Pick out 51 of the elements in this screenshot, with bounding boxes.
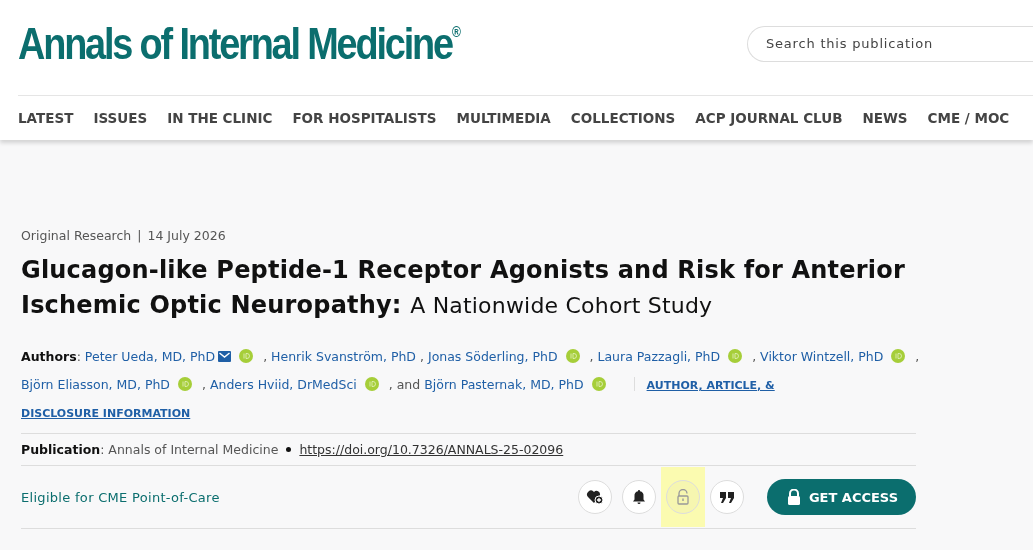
mail-icon[interactable]: [218, 351, 232, 362]
orcid-icon[interactable]: [178, 377, 192, 391]
nav-link[interactable]: ISSUES: [93, 110, 148, 126]
author-separator: , and: [388, 377, 421, 392]
author-link[interactable]: Björn Eliasson, MD, PhD: [21, 377, 170, 392]
unlocked-padlock-icon: [675, 489, 690, 505]
nav-link[interactable]: LATEST: [18, 110, 74, 126]
author-separator: ,: [589, 349, 594, 364]
article-title: Glucagon-like Peptide-1 Receptor Agonists and Risk for Anterior Ischemic Optic Neuropathy: A Nationwide Cohort Study: [21, 255, 906, 321]
orcid-icon[interactable]: [728, 349, 743, 363]
author-link[interactable]: Jonas Söderling, PhD: [427, 349, 558, 364]
author-separator: ,: [915, 349, 920, 364]
get-access-button[interactable]: GET ACCESS: [766, 479, 916, 515]
quote-icon: [718, 490, 735, 504]
cme-link[interactable]: Eligible for CME Point-of-Care: [21, 489, 220, 505]
orcid-icon[interactable]: [591, 377, 606, 391]
nav-link[interactable]: FOR HOSPITALISTS: [292, 110, 437, 126]
publication-info: Publication: Annals of Internal Medicine: [21, 442, 279, 457]
meta-separator: |: [137, 228, 142, 243]
author-info-link[interactable]: AUTHOR, ARTICLE, &: [646, 379, 775, 392]
nav-link[interactable]: CME / MOC: [927, 110, 1010, 126]
author-link[interactable]: Björn Pasternak, MD, PhD: [424, 377, 584, 392]
author-link[interactable]: Laura Pazzagli, PhD: [597, 349, 721, 364]
author-info-link[interactable]: DISCLOSURE INFORMATION: [21, 407, 191, 420]
nav-link[interactable]: ACP JOURNAL CLUB: [695, 110, 843, 126]
search-field[interactable]: Search this publication: [747, 25, 1033, 62]
orcid-icon[interactable]: [239, 349, 254, 363]
author-link[interactable]: Henrik Svanström, PhD: [271, 349, 416, 364]
author-link[interactable]: Peter Ueda, MD, PhD: [84, 349, 216, 364]
article-type: Original Research: [21, 228, 132, 243]
nav-link[interactable]: IN THE CLINIC: [167, 110, 273, 126]
author-link[interactable]: Viktor Wintzell, PhD: [760, 349, 884, 364]
bell-icon: [631, 489, 646, 505]
nav-link[interactable]: COLLECTIONS: [570, 110, 676, 126]
publication-date: 14 July 2026: [147, 228, 226, 243]
author-link[interactable]: Anders Hviid, DrMedSci: [209, 377, 357, 392]
heart-plus-icon: [585, 489, 604, 505]
orcid-icon[interactable]: [891, 349, 906, 363]
nav-link[interactable]: NEWS: [862, 110, 908, 126]
bullet-icon: [286, 447, 292, 452]
author-separator: ,: [752, 349, 757, 364]
nav-link[interactable]: MULTIMEDIA: [456, 110, 551, 126]
padlock-icon: [786, 489, 801, 505]
authors-label: Authors:: [21, 349, 81, 364]
author-separator: ,: [202, 377, 206, 392]
orcid-icon[interactable]: [565, 349, 580, 363]
author-separator: ,: [263, 349, 268, 364]
author-separator: ,: [420, 349, 424, 364]
orcid-icon[interactable]: [364, 377, 379, 391]
doi-link[interactable]: https://doi.org/10.7326/ANNALS-25-02096: [299, 442, 564, 457]
journal-logo[interactable]: Annals of Internal Medicine$^{®}$: [18, 18, 461, 69]
